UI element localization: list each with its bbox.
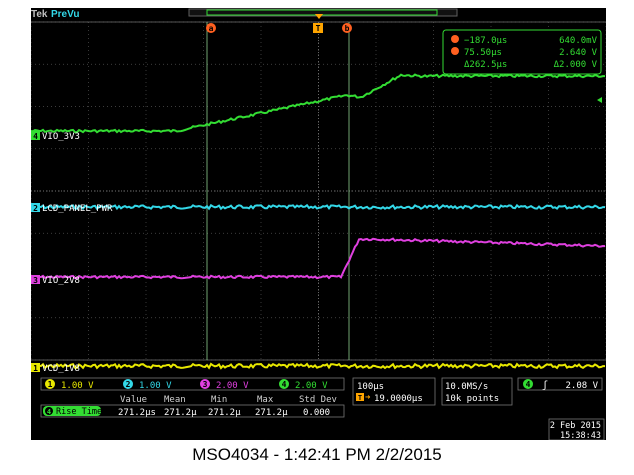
trigger-level: 2.08 V xyxy=(565,381,598,391)
meas-mean: 271.2μ xyxy=(164,408,197,418)
svg-text:3: 3 xyxy=(33,276,38,285)
date: 2 Feb 2015 xyxy=(550,421,601,431)
channel-1-label[interactable]: 1 VCD_1V8 xyxy=(31,363,80,374)
meas-header-min: Min xyxy=(211,395,227,405)
svg-text:b: b xyxy=(345,24,350,33)
svg-text:T: T xyxy=(316,24,321,33)
tek-logo: Tek xyxy=(31,9,48,20)
svg-text:4: 4 xyxy=(33,132,38,141)
cursor-b-value: 2.640 V xyxy=(559,48,598,58)
trigger-time-marker: T xyxy=(313,23,323,33)
svg-text:2: 2 xyxy=(126,380,131,389)
cursor-delta-time: Δ262.5μs xyxy=(464,60,507,70)
svg-text:1.00 V: 1.00 V xyxy=(139,381,172,391)
svg-text:4: 4 xyxy=(282,380,287,389)
channel-4-label[interactable]: 4 VIO_3V3 xyxy=(31,131,80,142)
meas-header-max: Max xyxy=(257,395,274,405)
record-length: 10k points xyxy=(445,394,499,404)
cursor-b-marker[interactable]: b xyxy=(342,23,352,33)
waveform-ch3 xyxy=(31,237,606,280)
trigger-slope-icon: ʃ xyxy=(542,380,548,391)
svg-text:2.00 V: 2.00 V xyxy=(295,381,328,391)
meas-min: 271.2μ xyxy=(208,408,241,418)
svg-text:1.00 V: 1.00 V xyxy=(61,381,94,391)
cursor-a-marker[interactable]: a xyxy=(206,23,216,33)
caption: MSO4034 - 1:42:41 PM 2/2/2015 xyxy=(192,445,442,464)
svg-text:4: 4 xyxy=(526,380,531,389)
channel-3-label[interactable]: 3 VIO_2V8 xyxy=(31,275,80,286)
svg-text:3: 3 xyxy=(203,380,208,389)
horizontal-position: 19.0000μs xyxy=(374,394,423,404)
channel-2-label[interactable]: 2 LCD_PANEL_PWR xyxy=(31,203,113,214)
horizontal-scale: 100μs xyxy=(357,382,384,392)
svg-text:VIO_3V3: VIO_3V3 xyxy=(42,132,80,142)
meas-stddev: 0.000 xyxy=(303,408,330,418)
svg-text:VCD_1V8: VCD_1V8 xyxy=(42,364,80,374)
time: 15:38:43 xyxy=(560,431,601,440)
cursor-readout: −187.0μs 640.0mV 75.50μs 2.640 V Δ262.5μ… xyxy=(442,29,602,75)
svg-text:VIO_2V8: VIO_2V8 xyxy=(42,276,80,286)
svg-text:4: 4 xyxy=(47,408,51,416)
meas-header-value: Value xyxy=(120,395,147,405)
cursor-a-value: 640.0mV xyxy=(559,36,598,46)
meas-max: 271.2μ xyxy=(255,408,288,418)
meas-header-stddev: Std Dev xyxy=(299,395,337,405)
cursor-b-time: 75.50μs xyxy=(464,48,502,58)
svg-text:T: T xyxy=(358,394,362,402)
prevu-label: PreVu xyxy=(51,9,80,20)
meas-value: 271.2μs xyxy=(118,408,156,418)
measurement-name: Rise Time xyxy=(56,407,102,417)
oscilloscope-screen: Tek PreVu a T b −187.0μs 640.0mV 75.50μs… xyxy=(31,8,606,440)
sample-rate: 10.0MS/s xyxy=(445,382,488,392)
trigger-level-icon[interactable] xyxy=(597,97,602,103)
cursor-a-time: −187.0μs xyxy=(464,36,507,46)
svg-text:a: a xyxy=(209,24,214,33)
waveform-ch1 xyxy=(31,362,605,370)
svg-text:1: 1 xyxy=(33,364,38,373)
cursor-delta-value: Δ2.000 V xyxy=(554,60,598,70)
svg-text:1: 1 xyxy=(48,380,53,389)
svg-text:2: 2 xyxy=(33,204,38,213)
waveform-ch4 xyxy=(31,73,605,134)
svg-text:➜: ➜ xyxy=(365,393,371,403)
waveform-ch2 xyxy=(31,203,605,211)
bottom-panel: 1 1.00 V 2 1.00 V 3 2.00 V 4 2.00 V Valu… xyxy=(31,376,606,440)
meas-header-mean: Mean xyxy=(164,395,186,405)
svg-text:2.00 V: 2.00 V xyxy=(216,381,249,391)
svg-text:LCD_PANEL_PWR: LCD_PANEL_PWR xyxy=(42,204,113,214)
